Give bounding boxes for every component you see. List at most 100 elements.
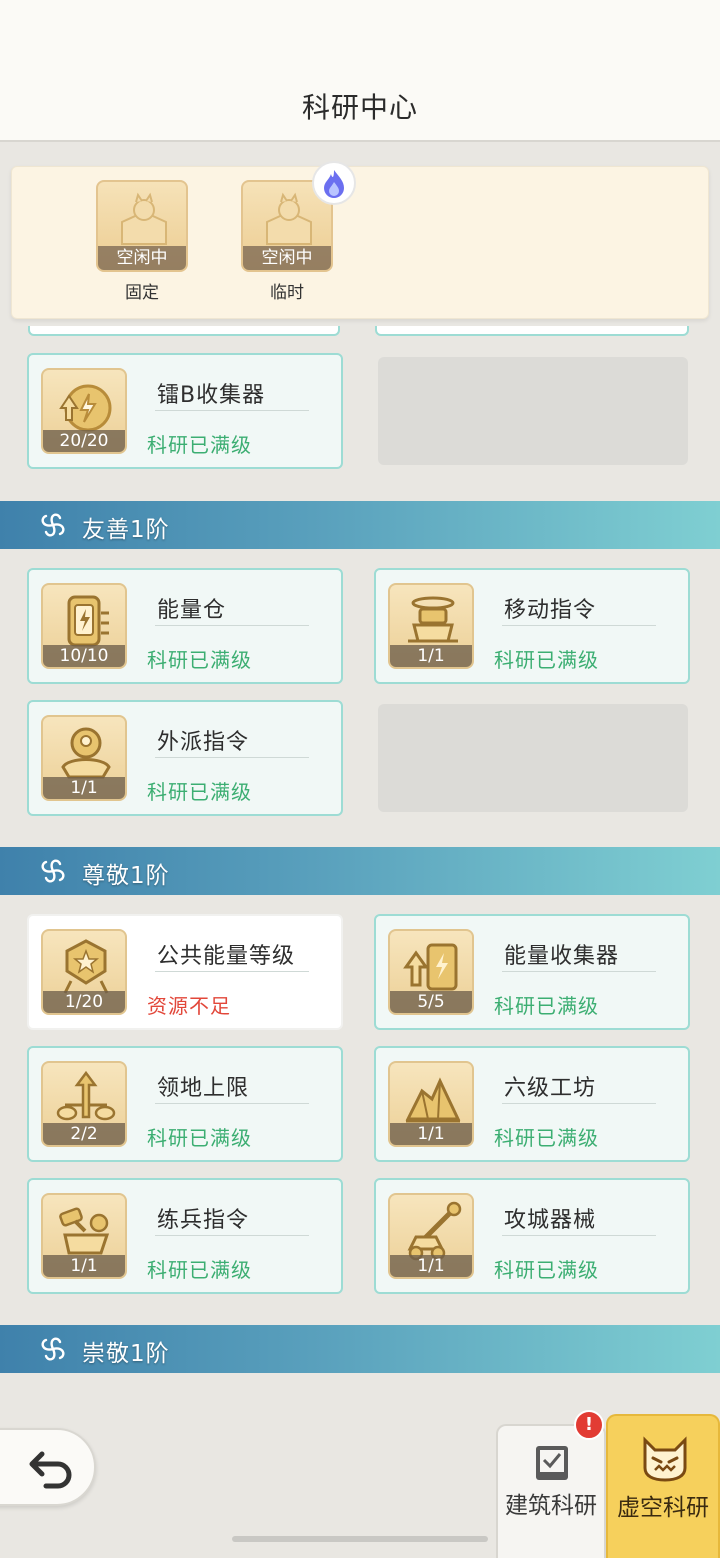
section-label: 崇敬1阶 [82, 1341, 170, 1367]
card-icon-frame: 1/1 [41, 1193, 127, 1279]
pinwheel-icon [41, 1337, 65, 1361]
lightning-upgrade-icon [59, 384, 112, 432]
card-divider [155, 971, 309, 972]
card-icon-frame: 1/20 [41, 929, 127, 1015]
card-icon-frame: 1/1 [41, 715, 127, 801]
research-card[interactable]: 1/1 练兵指令 科研已满级 [27, 1178, 343, 1294]
card-status: 科研已满级 [494, 1126, 599, 1150]
card-level: 5/5 [390, 991, 472, 1013]
tab-building-research[interactable]: 建筑科研 [496, 1424, 606, 1558]
card-level: 1/1 [390, 1255, 472, 1277]
star-emblem-icon [63, 939, 109, 994]
tab-label: 虚空科研 [617, 1495, 709, 1521]
section-header: 友善1阶 [0, 501, 720, 549]
slot-box: 空闲中 [96, 180, 188, 272]
card-divider [155, 1235, 309, 1236]
tab-void-research[interactable]: 虚空科研 [606, 1414, 720, 1558]
card-level: 1/1 [43, 1255, 125, 1277]
card-icon-frame: 5/5 [388, 929, 474, 1015]
card-status: 资源不足 [147, 994, 231, 1018]
research-card[interactable]: 1/1 外派指令 科研已满级 [27, 700, 343, 816]
slot-kind: 固定 [125, 283, 159, 303]
pinwheel-icon [41, 513, 65, 537]
card-name: 能量仓 [157, 598, 227, 623]
card-status: 科研已满级 [147, 780, 252, 804]
slot-state: 空闲中 [243, 246, 331, 270]
research-card[interactable]: 1/1 攻城器械 科研已满级 [374, 1178, 690, 1294]
card-divider [155, 410, 309, 411]
research-card[interactable]: 1/1 移动指令 科研已满级 [374, 568, 690, 684]
card-divider [502, 1103, 656, 1104]
queue-slot-fixed[interactable]: 空闲中 固定 [96, 180, 188, 303]
card-divider [502, 1235, 656, 1236]
demon-mask-icon [643, 1436, 687, 1482]
research-card[interactable]: 10/10 能量仓 科研已满级 [27, 568, 343, 684]
card-status: 科研已满级 [147, 1126, 252, 1150]
hidden-card-edge [375, 326, 689, 336]
top-header: 科研中心 [0, 0, 720, 142]
card-status: 科研已满级 [494, 1258, 599, 1282]
card-name: 六级工坊 [504, 1076, 597, 1101]
card-icon-frame: 1/1 [388, 1193, 474, 1279]
card-level: 10/10 [43, 645, 125, 667]
card-name: 能量收集器 [504, 944, 620, 969]
card-icon-frame: 2/2 [41, 1061, 127, 1147]
move-drone-icon [408, 596, 458, 643]
card-icon-frame: 1/1 [388, 1061, 474, 1147]
card-level: 1/1 [390, 645, 472, 667]
card-status: 科研已满级 [147, 648, 252, 672]
back-button[interactable] [0, 1428, 96, 1506]
card-status: 科研已满级 [147, 1258, 252, 1282]
gold-ore-icon [405, 1077, 461, 1123]
card-level: 1/1 [390, 1123, 472, 1145]
card-level: 20/20 [43, 430, 125, 452]
card-name: 公共能量等级 [157, 944, 296, 969]
card-divider [502, 971, 656, 972]
slot-state: 空闲中 [98, 246, 186, 270]
card-name: 移动指令 [504, 598, 597, 623]
hidden-card-edge [28, 326, 340, 336]
research-card[interactable]: 1/1 六级工坊 科研已满级 [374, 1046, 690, 1162]
card-name: 镭B收集器 [157, 383, 266, 408]
slot-kind: 临时 [270, 283, 304, 303]
research-card[interactable]: 1/20 公共能量等级 资源不足 [27, 914, 343, 1030]
territory-arrows-icon [56, 1070, 116, 1121]
cat-box-icon [266, 192, 312, 245]
card-level: 2/2 [43, 1123, 125, 1145]
section-label: 友善1阶 [82, 517, 170, 543]
catapult-icon [407, 1201, 462, 1261]
collector-upgrade-icon [403, 943, 458, 991]
page-title: 科研中心 [301, 91, 418, 124]
card-name: 攻城器械 [504, 1208, 597, 1233]
empty-card-slot [378, 704, 688, 812]
card-status: 科研已满级 [494, 994, 599, 1018]
training-hammer-icon [59, 1207, 110, 1255]
pinwheel-icon [41, 859, 65, 883]
section-header: 尊敬1阶 [0, 847, 720, 895]
document-check-icon [536, 1446, 568, 1480]
home-indicator [232, 1536, 488, 1542]
card-divider [155, 757, 309, 758]
section-label: 尊敬1阶 [82, 863, 170, 889]
research-queue-panel: 空闲中 固定 空闲中 临时 [11, 161, 709, 319]
section-header: 崇敬1阶 [0, 1325, 720, 1373]
card-divider [502, 625, 656, 626]
card-name: 练兵指令 [157, 1208, 250, 1233]
card-icon-frame: 10/10 [41, 583, 127, 669]
card-level: 1/20 [43, 991, 125, 1013]
energy-tank-icon [67, 595, 109, 647]
return-arrow-icon [29, 1451, 72, 1489]
research-card[interactable]: 2/2 领地上限 科研已满级 [27, 1046, 343, 1162]
card-name: 外派指令 [157, 730, 250, 755]
card-divider [155, 625, 309, 626]
card-icon-frame: 1/1 [388, 583, 474, 669]
alert-badge: ! [574, 1410, 604, 1440]
empty-card-slot [378, 357, 688, 465]
blue-flame-icon [324, 170, 344, 198]
flame-badge[interactable] [312, 161, 356, 205]
research-card[interactable]: 5/5 能量收集器 科研已满级 [374, 914, 690, 1030]
cat-box-icon [121, 192, 167, 245]
card-status: 科研已满级 [494, 648, 599, 672]
research-card[interactable]: 20/20 镭B收集器 科研已满级 [27, 353, 343, 469]
tab-label: 建筑科研 [505, 1493, 597, 1519]
